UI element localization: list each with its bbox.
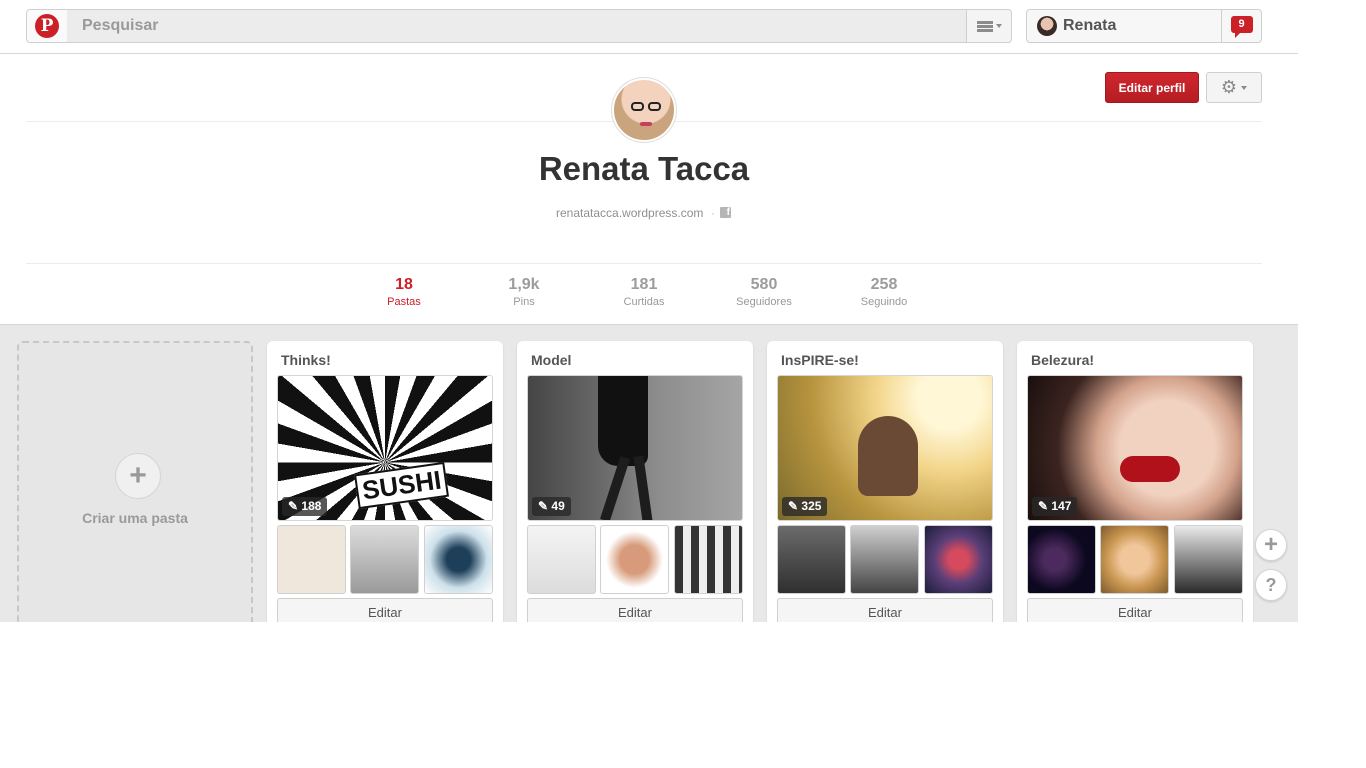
pin-icon: ✎ bbox=[788, 499, 802, 513]
board-cover-image[interactable]: ✎ 49 bbox=[527, 375, 743, 521]
stat-value: 580 bbox=[750, 276, 778, 293]
avatar bbox=[1037, 16, 1057, 36]
board-thumbnail[interactable] bbox=[777, 525, 846, 594]
chevron-down-icon bbox=[1241, 85, 1248, 90]
pin-count-badge: ✎ 325 bbox=[782, 497, 828, 516]
board-thumbnail[interactable] bbox=[424, 525, 493, 594]
pin-count-badge: ✎ 49 bbox=[532, 497, 571, 516]
board-title[interactable]: Model bbox=[531, 352, 571, 368]
board-card-inspire-se[interactable]: InsPIRE-se! ✎ 325 Editar bbox=[767, 341, 1003, 622]
help-button[interactable]: ? bbox=[1255, 569, 1287, 601]
stat-value: 258 bbox=[870, 276, 898, 293]
edit-board-button[interactable]: Editar bbox=[277, 598, 493, 622]
pinterest-logo-icon: P bbox=[35, 14, 59, 38]
board-thumbnail[interactable] bbox=[924, 525, 993, 594]
board-thumbnail[interactable] bbox=[277, 525, 346, 594]
board-card-thinks[interactable]: Thinks! SUSHI ✎ 188 Editar bbox=[267, 341, 503, 622]
pin-icon: ✎ bbox=[1038, 499, 1052, 513]
chevron-down-icon bbox=[995, 24, 1002, 28]
board-cover-image[interactable]: ✎ 147 bbox=[1027, 375, 1243, 521]
menu-icon bbox=[976, 20, 993, 32]
board-title[interactable]: Thinks! bbox=[281, 352, 331, 368]
pin-count: 147 bbox=[1051, 499, 1072, 513]
stat-curtidas[interactable]: 181 Curtidas bbox=[589, 276, 699, 308]
user-menu-button[interactable]: Renata bbox=[1026, 9, 1222, 43]
board-thumbnail[interactable] bbox=[1100, 525, 1169, 594]
pin-count: 325 bbox=[801, 499, 822, 513]
stat-label: Curtidas bbox=[623, 296, 665, 308]
profile-avatar[interactable] bbox=[612, 78, 676, 142]
board-thumbnail[interactable] bbox=[674, 525, 743, 594]
board-thumbnail[interactable] bbox=[600, 525, 669, 594]
board-thumbnail[interactable] bbox=[350, 525, 419, 594]
stat-label: Pastas bbox=[387, 296, 421, 308]
board-thumbnail[interactable] bbox=[1027, 525, 1096, 594]
board-cover-image[interactable]: SUSHI ✎ 188 bbox=[277, 375, 493, 521]
board-thumbnails bbox=[527, 525, 743, 595]
separator: · bbox=[711, 206, 715, 220]
search-box bbox=[67, 9, 967, 43]
board-title[interactable]: InsPIRE-se! bbox=[781, 352, 859, 368]
board-thumbnail[interactable] bbox=[1174, 525, 1243, 594]
add-pin-button[interactable]: + bbox=[1255, 529, 1287, 561]
board-thumbnail[interactable] bbox=[850, 525, 919, 594]
search-menu-button[interactable] bbox=[966, 9, 1012, 43]
create-board-card[interactable]: + Criar uma pasta bbox=[17, 341, 253, 622]
pin-count: 49 bbox=[551, 499, 565, 513]
pinterest-profile-page: P Renata 9 Editar perfil ⚙ Rena bbox=[0, 0, 1366, 768]
stat-seguindo[interactable]: 258 Seguindo bbox=[829, 276, 939, 308]
stat-seguidores[interactable]: 580 Seguidores bbox=[709, 276, 819, 308]
board-thumbnails bbox=[277, 525, 493, 595]
stat-value: 181 bbox=[630, 276, 658, 293]
board-card-model[interactable]: Model ✎ 49 Editar bbox=[517, 341, 753, 622]
board-thumbnails bbox=[777, 525, 993, 595]
pin-count: 188 bbox=[301, 499, 322, 513]
stat-value: 1,9k bbox=[508, 276, 540, 293]
create-board-label: Criar uma pasta bbox=[82, 510, 188, 526]
edit-board-button[interactable]: Editar bbox=[777, 598, 993, 622]
stat-value: 18 bbox=[395, 276, 413, 293]
stat-label: Seguidores bbox=[736, 296, 792, 308]
pin-icon: ✎ bbox=[538, 499, 552, 513]
board-title[interactable]: Belezura! bbox=[1031, 352, 1094, 368]
notifications-button[interactable]: 9 bbox=[1221, 9, 1262, 43]
stat-pins[interactable]: 1,9k Pins bbox=[469, 276, 579, 308]
website-link[interactable]: renatatacca.wordpress.com bbox=[556, 206, 703, 220]
top-bar: P Renata 9 bbox=[0, 0, 1298, 54]
edit-board-button[interactable]: Editar bbox=[527, 598, 743, 622]
search-input[interactable] bbox=[67, 10, 966, 42]
notification-icon: 9 bbox=[1230, 15, 1253, 38]
gear-icon: ⚙ bbox=[1220, 77, 1238, 97]
stat-pastas[interactable]: 18 Pastas bbox=[349, 276, 459, 308]
profile-name: Renata Tacca bbox=[538, 150, 750, 187]
stat-label: Pins bbox=[513, 296, 535, 308]
pinterest-logo-button[interactable]: P bbox=[26, 9, 68, 43]
board-thumbnail[interactable] bbox=[527, 525, 596, 594]
boards-grid: + Criar uma pasta Thinks! SUSHI ✎ 188 Ed… bbox=[0, 324, 1298, 622]
divider bbox=[26, 263, 1262, 264]
board-thumbnails bbox=[1027, 525, 1243, 595]
facebook-icon[interactable]: f bbox=[720, 207, 731, 218]
profile-header: Editar perfil ⚙ Renata Tacca renatatacca… bbox=[0, 54, 1298, 324]
board-cover-image[interactable]: ✎ 325 bbox=[777, 375, 993, 521]
board-card-belezura[interactable]: Belezura! ✎ 147 Editar bbox=[1017, 341, 1253, 622]
user-name: Renata bbox=[1063, 17, 1117, 34]
edit-board-button[interactable]: Editar bbox=[1027, 598, 1243, 622]
pin-count-badge: ✎ 188 bbox=[282, 497, 328, 516]
settings-button[interactable]: ⚙ bbox=[1206, 72, 1262, 103]
pin-icon: ✎ bbox=[288, 499, 302, 513]
pin-count-badge: ✎ 147 bbox=[1032, 497, 1078, 516]
plus-icon: + bbox=[115, 453, 161, 499]
stat-label: Seguindo bbox=[860, 296, 908, 308]
edit-profile-button[interactable]: Editar perfil bbox=[1105, 72, 1199, 103]
